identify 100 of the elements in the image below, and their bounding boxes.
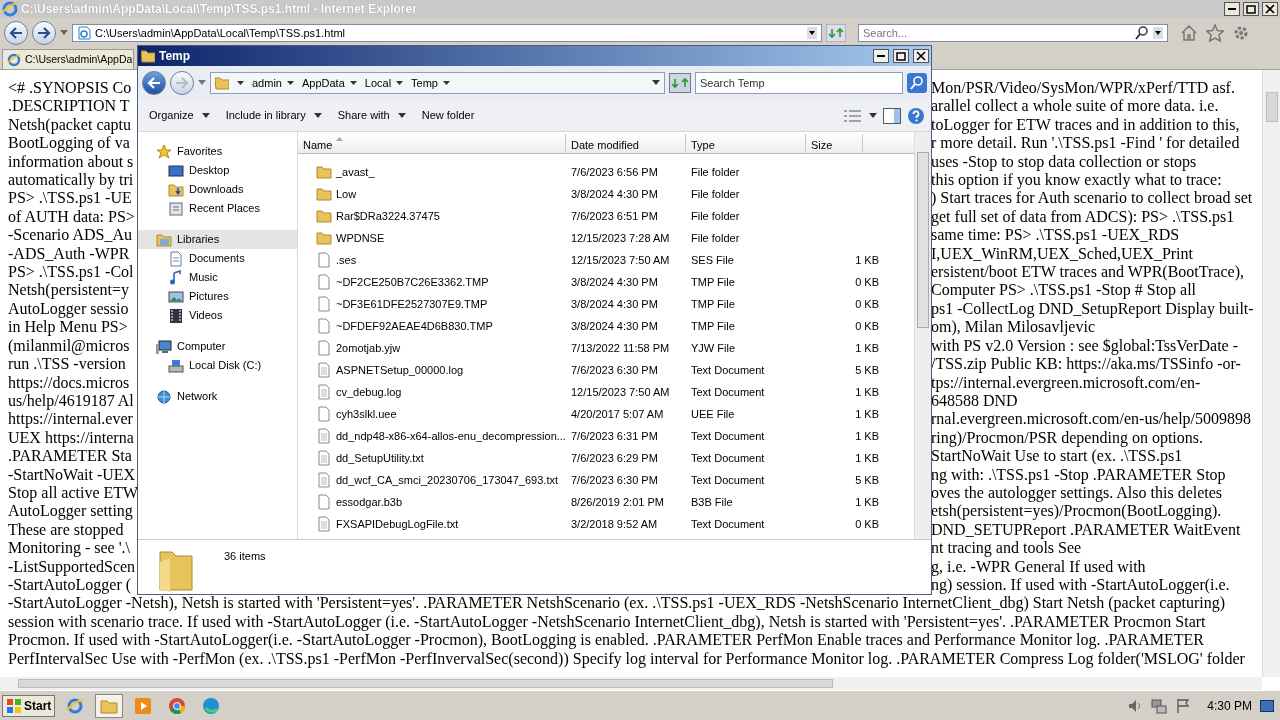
toolbar-button[interactable]: Share with <box>332 105 411 126</box>
file-name[interactable]: cyh3slkl.uee <box>336 405 397 423</box>
toolbar-button[interactable]: New folder <box>416 105 480 126</box>
column-header[interactable]: Date modified <box>566 134 686 153</box>
page-text: -ListSupportedScen <box>8 557 137 576</box>
nav-item[interactable]: Videos <box>138 306 297 325</box>
taskbar-app[interactable] <box>95 693 124 718</box>
page-text: UEX https://interna <box>8 428 135 448</box>
start-button[interactable]: Start <box>2 694 56 717</box>
refresh-icon[interactable] <box>826 24 846 42</box>
dropdown-icon[interactable] <box>807 27 817 39</box>
restore-button[interactable] <box>1243 2 1259 16</box>
back-button[interactable] <box>142 71 166 95</box>
forward-button[interactable] <box>32 21 56 45</box>
browser-tab[interactable]: C:\Users\admin\AppDa <box>2 49 135 69</box>
home-icon[interactable] <box>1180 24 1198 42</box>
dropdown-icon[interactable] <box>1153 27 1163 39</box>
maximize-button[interactable] <box>893 49 909 63</box>
file-name[interactable]: FXSAPIDebugLogFile.txt <box>336 515 459 533</box>
nav-item[interactable]: Documents <box>138 249 297 268</box>
settings-icon[interactable] <box>1232 24 1250 42</box>
date-text: 8/26/2019 2:01 PM <box>571 495 664 508</box>
view-list-icon[interactable] <box>843 107 863 124</box>
type-text: YJW File <box>691 341 735 354</box>
file-name[interactable]: ASPNETSetup_00000.log <box>336 361 464 379</box>
minimize-icon <box>1228 8 1236 10</box>
size-text: 5 KB <box>855 363 879 376</box>
file-icon <box>316 296 332 312</box>
address-bar[interactable]: C:\Users\admin\AppData\Local\Temp\TSS.ps1.html <box>72 24 822 42</box>
nav-item[interactable]: Local Disk (C:) <box>138 356 297 375</box>
nav-item[interactable]: Network <box>138 387 297 406</box>
search-field[interactable]: Search Temp <box>695 72 903 94</box>
nav-item[interactable]: Libraries <box>138 230 297 249</box>
nav-item[interactable]: Computer <box>138 337 297 356</box>
file-icon <box>316 340 332 356</box>
search-icon[interactable] <box>1135 26 1149 40</box>
file-name[interactable]: ~DFDEF92AEAE4D6B830.TMP <box>336 317 493 335</box>
file-name[interactable]: 2omotjab.yjw <box>336 339 401 357</box>
file-name[interactable]: ~DF3E61DFE2527307E9.TMP <box>336 295 488 313</box>
file-name[interactable]: WPDNSE <box>336 229 385 247</box>
help-icon[interactable] <box>907 106 925 125</box>
date-text: 7/6/2023 6:31 PM <box>571 429 658 442</box>
nav-item[interactable]: Favorites <box>138 142 297 161</box>
breadcrumb-item[interactable]: Local <box>364 74 404 92</box>
breadcrumb-item[interactable]: AppData <box>301 74 357 92</box>
nav-item[interactable]: Downloads <box>138 180 297 199</box>
close-button[interactable] <box>1262 2 1278 16</box>
size-text: 1 KB <box>855 495 879 508</box>
page-text: Netsh(packet captu <box>8 115 133 135</box>
file-name[interactable]: Rar$DRa3224.37475 <box>336 207 440 225</box>
file-name[interactable]: ~DF2CE250B7C26E3362.TMP <box>336 273 489 291</box>
close-button[interactable] <box>913 49 929 63</box>
date-text: 3/8/2024 4:30 PM <box>571 187 658 200</box>
file-name[interactable]: dd_wcf_CA_smci_20230706_173047_693.txt <box>336 471 558 489</box>
page-text: https://internal.ever <box>8 410 134 429</box>
caret-icon[interactable] <box>237 80 244 86</box>
minimize-button[interactable] <box>1224 2 1240 16</box>
date-text: 3/8/2024 4:30 PM <box>571 297 658 310</box>
toolbar-button[interactable]: Organize <box>144 105 215 126</box>
file-name[interactable]: cv_debug.log <box>336 383 402 401</box>
nav-item[interactable]: Recent Places <box>138 199 297 218</box>
file-name[interactable]: essodgar.b3b <box>336 493 403 511</box>
page-text: AutoLogger setting <box>8 502 134 521</box>
nav-item[interactable]: Desktop <box>138 161 297 180</box>
date-text: 3/2/2018 9:52 AM <box>571 517 658 530</box>
scrollbar[interactable] <box>914 132 931 539</box>
minimize-button[interactable] <box>873 49 889 63</box>
forward-button[interactable] <box>170 71 194 95</box>
star-icon[interactable] <box>1206 24 1224 42</box>
caret-icon[interactable] <box>869 113 877 118</box>
preview-pane-icon[interactable] <box>883 107 901 124</box>
file-name[interactable]: Low <box>336 185 357 203</box>
nav-item[interactable]: Music <box>138 268 297 287</box>
refresh-icon[interactable] <box>669 73 691 93</box>
file-name[interactable]: .ses <box>336 251 357 269</box>
page-text: us/help/4619187 Al <box>8 391 135 411</box>
column-header[interactable]: Type <box>686 134 806 153</box>
breadcrumb-item[interactable]: Temp <box>411 74 450 92</box>
column-header[interactable]: Name <box>298 134 566 153</box>
scrollbar[interactable] <box>1262 70 1280 677</box>
page-text: g, i.e. -WPR General If used with <box>931 557 1147 576</box>
file-name[interactable]: dd_SetupUtility.txt <box>336 449 424 467</box>
file-name[interactable]: _avast_ <box>336 163 375 181</box>
type-text: TMP File <box>691 297 735 310</box>
show-desktop-icon[interactable] <box>1260 698 1274 713</box>
type-text: File folder <box>691 209 740 222</box>
clock[interactable]: 4:30 PM <box>1207 696 1252 715</box>
column-header[interactable]: Size <box>806 134 863 153</box>
breadcrumb-item[interactable]: admin <box>252 74 294 92</box>
toolbar-button[interactable]: Include in library <box>220 105 327 126</box>
file-name[interactable]: dd_ndp48-x86-x64-allos-enu_decompression... <box>336 427 566 445</box>
dropdown-icon[interactable] <box>652 80 660 86</box>
caret-icon <box>201 113 210 118</box>
nav-item[interactable]: Pictures <box>138 287 297 306</box>
size-text: 1 KB <box>855 451 879 464</box>
scrollbar[interactable] <box>0 677 1262 690</box>
page-text: -ADS_Auth -WPR <box>8 244 131 264</box>
flag-icon[interactable] <box>1175 697 1192 714</box>
network-icon[interactable] <box>1151 697 1168 714</box>
back-button[interactable] <box>4 21 28 45</box>
